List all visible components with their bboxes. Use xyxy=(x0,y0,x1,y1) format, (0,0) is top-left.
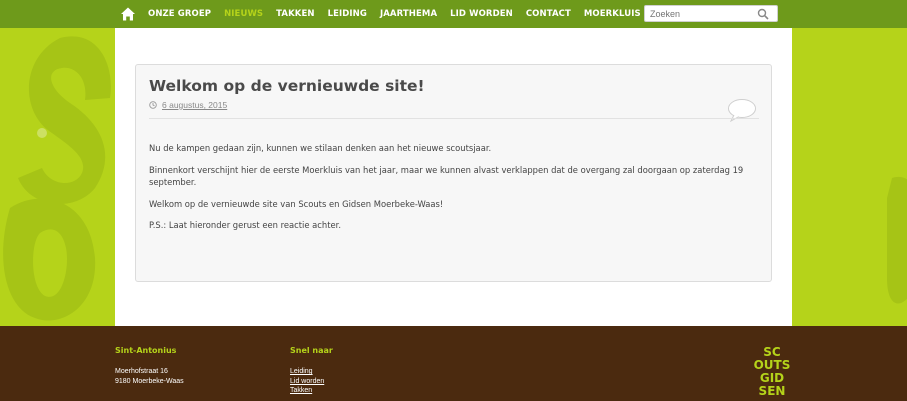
post-date-link[interactable]: 6 augustus, 2015 xyxy=(162,100,227,110)
logo-text: GID xyxy=(760,371,784,385)
nav-item-leiding[interactable]: LEIDING xyxy=(328,9,367,19)
footer-link-lid-worden[interactable]: Lid worden xyxy=(290,377,333,387)
post-paragraph: Nu de kampen gedaan zijn, kunnen we stil… xyxy=(149,143,492,153)
post-paragraph: P.S.: Laat hieronder gerust een reactie … xyxy=(149,220,341,230)
footer-heading: Sint-Antonius xyxy=(115,346,177,355)
logo-text: SEN xyxy=(759,384,786,398)
post-card: Welkom op de vernieuwde site! 6 augustus… xyxy=(135,64,772,282)
search-box xyxy=(644,5,778,22)
background-decoration-left xyxy=(0,28,115,326)
post-body: Nu de kampen gedaan zijn, kunnen we stil… xyxy=(149,142,764,241)
nav-item-moerkluis[interactable]: MOERKLUIS xyxy=(584,9,641,19)
nav-menu: ONZE GROEP NIEUWS TAKKEN LEIDING JAARTHE… xyxy=(115,0,645,28)
post-paragraph: Welkom op de vernieuwde site van Scouts … xyxy=(149,198,444,209)
footer-heading: Snel naar xyxy=(290,346,333,355)
logo-text: SC xyxy=(763,345,781,359)
search-icon[interactable] xyxy=(757,8,769,20)
footer-address-line: Moerhofstraat 16 xyxy=(115,368,168,375)
nav-item-jaarthema[interactable]: JAARTHEMA xyxy=(380,9,437,19)
main-content: Welkom op de vernieuwde site! 6 augustus… xyxy=(115,28,792,326)
post-divider xyxy=(149,118,759,119)
footer-link-takken[interactable]: Takken xyxy=(290,386,333,396)
post-title[interactable]: Welkom op de vernieuwde site! xyxy=(149,77,425,95)
nav-item-nieuws[interactable]: NIEUWS xyxy=(224,9,263,19)
post-paragraph: Binnenkort verschijnt hier de eerste Moe… xyxy=(149,164,744,188)
home-icon[interactable] xyxy=(120,6,136,22)
footer-address-line: 9180 Moerbeke-Waas xyxy=(115,377,184,385)
search-input[interactable] xyxy=(650,8,750,20)
nav-item-takken[interactable]: TAKKEN xyxy=(276,9,314,19)
clock-icon xyxy=(149,101,157,109)
logo-text: OUTS xyxy=(754,358,791,372)
background-decoration-right xyxy=(792,28,907,326)
post-meta: 6 augustus, 2015 xyxy=(149,100,227,110)
top-navigation-bar: ONZE GROEP NIEUWS TAKKEN LEIDING JAARTHE… xyxy=(0,0,907,28)
nav-item-onze-groep[interactable]: ONZE GROEP xyxy=(148,9,211,19)
footer: Sint-Antonius Moerhofstraat 16 9180 Moer… xyxy=(0,326,907,401)
footer-quicklinks-column: Snel naar Leiding Lid worden Takken xyxy=(290,346,333,396)
footer-address-column: Sint-Antonius Moerhofstraat 16 9180 Moer… xyxy=(115,346,184,386)
nav-item-lid-worden[interactable]: LID WORDEN xyxy=(450,9,513,19)
footer-link-leiding[interactable]: Leiding xyxy=(290,367,333,377)
scouts-gidsen-logo: SC OUTS GID SEN xyxy=(754,345,791,398)
nav-item-contact[interactable]: CONTACT xyxy=(526,9,571,19)
